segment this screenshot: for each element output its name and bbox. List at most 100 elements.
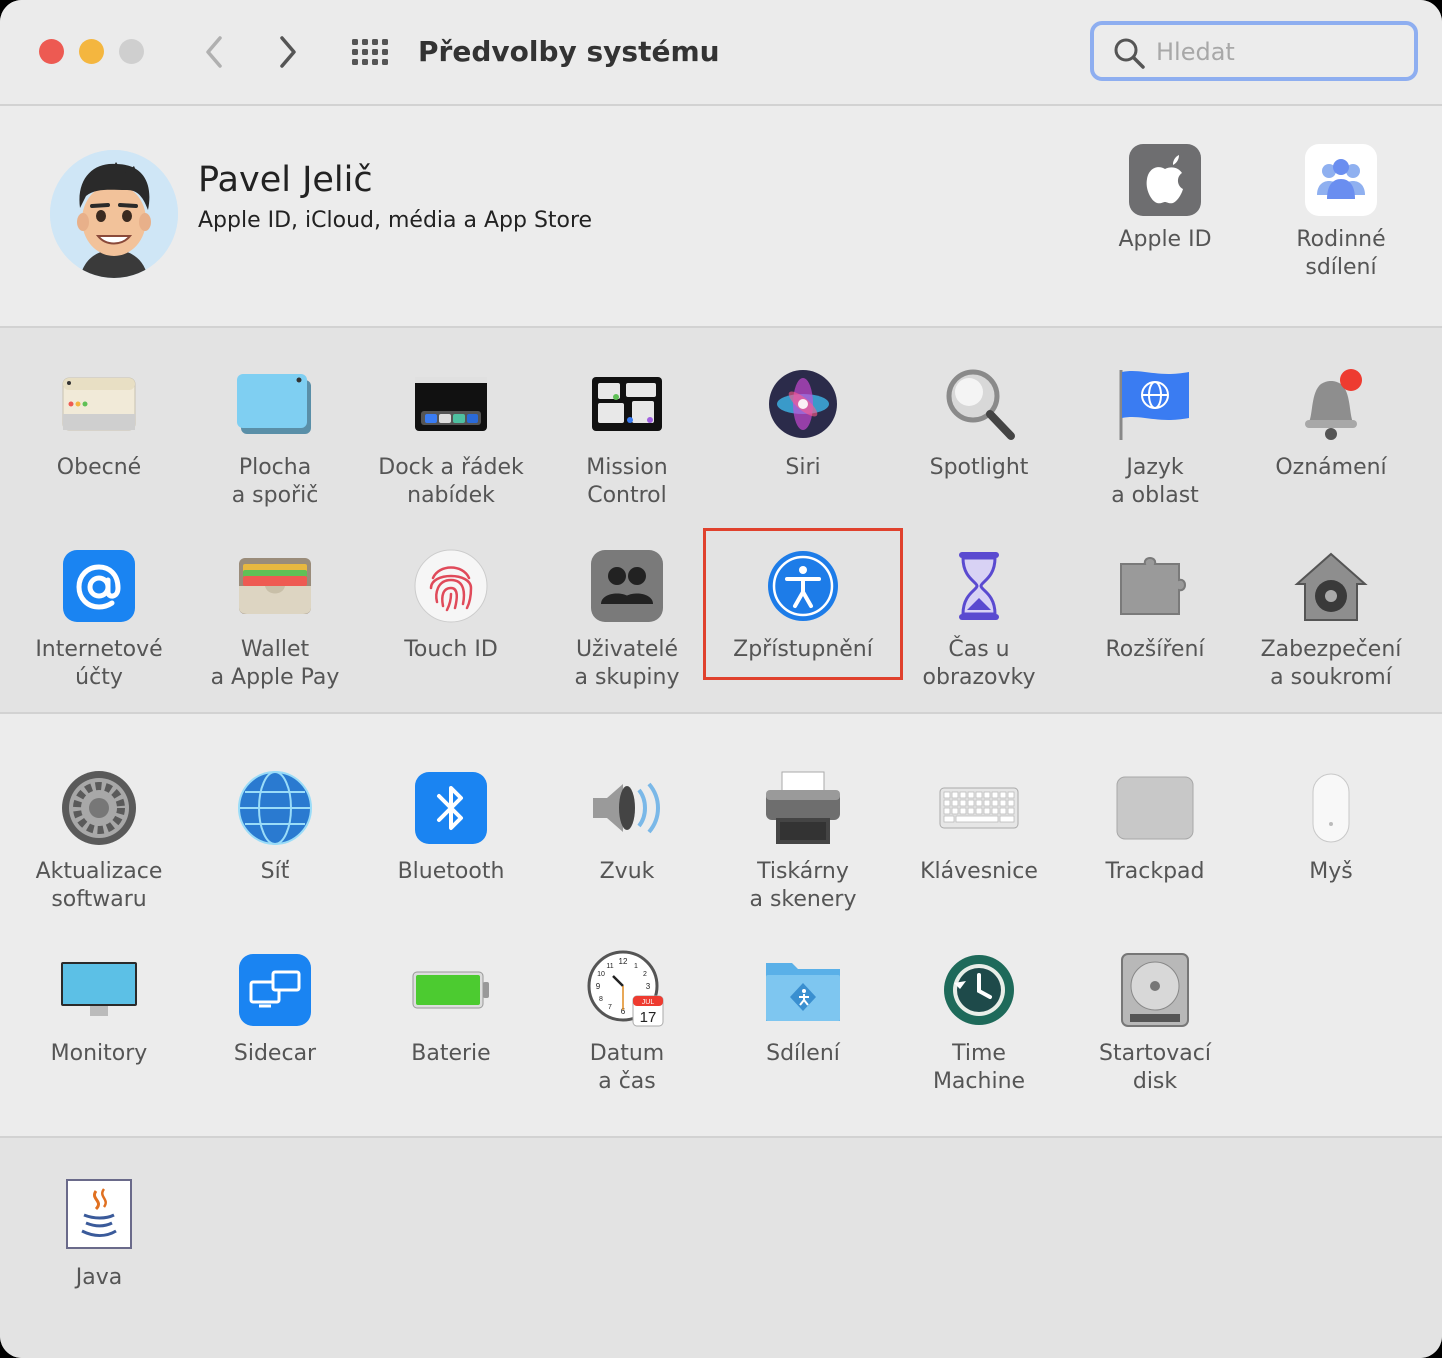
accessibility-icon xyxy=(763,546,843,626)
displays-label: Monitory xyxy=(50,1041,148,1066)
sidecar-icon xyxy=(235,950,315,1030)
bluetooth-icon xyxy=(411,768,491,848)
title-bar: Předvolby systému xyxy=(0,0,1442,106)
pane-date-time[interactable]: 12 1 2 3 4 5 6 7 8 9 10 11 JUL 17 Datum … xyxy=(539,950,715,1096)
notifications-label: Oznámení xyxy=(1275,455,1387,480)
pane-wallet[interactable]: Wallet a Apple Pay xyxy=(187,546,363,692)
network-label: Síť xyxy=(260,859,290,884)
keyboard-icon xyxy=(939,768,1019,848)
software-update-label: Aktualizace softwaru xyxy=(35,859,163,912)
startup-disk-label: Startovací disk xyxy=(1099,1041,1211,1094)
sharing-folder-icon xyxy=(763,950,843,1030)
pane-touch-id[interactable]: Touch ID xyxy=(363,546,539,664)
language-region-label: Jazyk a oblast xyxy=(1111,455,1199,508)
printers-scanners-label: Tiskárny a skenery xyxy=(749,859,857,912)
pane-displays[interactable]: Monitory xyxy=(11,950,187,1068)
pane-software-update[interactable]: Aktualizace softwaru xyxy=(11,768,187,914)
user-name: Pavel Jelič xyxy=(198,160,373,200)
grid-icon xyxy=(352,39,388,65)
pane-battery[interactable]: Baterie xyxy=(363,950,539,1068)
back-button[interactable] xyxy=(194,32,234,72)
date-time-label: Datum a čas xyxy=(589,1041,665,1094)
calendar-day: 17 xyxy=(640,1009,657,1026)
pane-extensions[interactable]: Rozšíření xyxy=(1067,546,1243,664)
search-field[interactable] xyxy=(1090,21,1418,81)
gear-icon xyxy=(59,768,139,848)
fingerprint-icon xyxy=(411,546,491,626)
pane-family-sharing[interactable]: Rodinné sdílení xyxy=(1253,144,1429,282)
zoom-button[interactable] xyxy=(119,39,144,64)
pane-sound[interactable]: Zvuk xyxy=(539,768,715,886)
calendar-month: JUL xyxy=(642,999,655,1006)
pane-java[interactable]: Java xyxy=(11,1174,187,1292)
dock-icon xyxy=(411,364,491,444)
trackpad-icon xyxy=(1115,768,1195,848)
pane-siri[interactable]: Siri xyxy=(715,364,891,482)
siri-icon xyxy=(763,364,843,444)
minimize-button[interactable] xyxy=(79,39,104,64)
pane-time-machine[interactable]: Time Machine xyxy=(891,950,1067,1096)
mouse-label: Myš xyxy=(1309,859,1353,884)
accessibility-label: Zpřístupnění xyxy=(733,637,873,662)
bell-icon xyxy=(1291,364,1371,444)
security-privacy-label: Zabezpečení a soukromí xyxy=(1260,637,1402,690)
family-icon xyxy=(1305,144,1377,216)
search-input[interactable] xyxy=(1154,33,1408,71)
clock-numeral: 9 xyxy=(596,982,601,991)
pane-users-groups[interactable]: Uživatelé a skupiny xyxy=(539,546,715,692)
pane-accessibility[interactable]: Zpřístupnění xyxy=(715,546,891,664)
users-icon xyxy=(587,546,667,626)
trackpad-label: Trackpad xyxy=(1105,859,1205,884)
dock-menubar-label: Dock a řádek nabídek xyxy=(378,455,524,508)
time-machine-label: Time Machine xyxy=(932,1041,1026,1094)
wallet-icon xyxy=(235,546,315,626)
pane-network[interactable]: Síť xyxy=(187,768,363,886)
pane-mission-control[interactable]: Mission Control xyxy=(539,364,715,510)
globe-icon xyxy=(235,768,315,848)
apple-logo-icon xyxy=(1129,144,1201,216)
spotlight-icon xyxy=(939,364,1019,444)
pane-sharing[interactable]: Sdílení xyxy=(715,950,891,1068)
wallet-label: Wallet a Apple Pay xyxy=(210,637,340,690)
clock-numeral: 1 xyxy=(634,963,638,970)
pane-notifications[interactable]: Oznámení xyxy=(1243,364,1419,482)
battery-label: Baterie xyxy=(411,1041,491,1066)
mission-control-label: Mission Control xyxy=(586,455,668,508)
clock-numeral: 12 xyxy=(619,957,628,966)
pane-security-privacy[interactable]: Zabezpečení a soukromí xyxy=(1243,546,1419,692)
mouse-icon xyxy=(1291,768,1371,848)
house-lock-icon xyxy=(1291,546,1371,626)
pane-desktop-screensaver[interactable]: Plocha a spořič xyxy=(187,364,363,510)
pane-startup-disk[interactable]: Startovací disk xyxy=(1067,950,1243,1096)
desktop-screensaver-icon xyxy=(235,364,315,444)
display-icon xyxy=(59,950,139,1030)
sound-label: Zvuk xyxy=(599,859,655,884)
sharing-label: Sdílení xyxy=(766,1041,840,1066)
pane-bluetooth[interactable]: Bluetooth xyxy=(363,768,539,886)
users-groups-label: Uživatelé a skupiny xyxy=(574,637,680,690)
pane-apple-id[interactable]: Apple ID xyxy=(1077,144,1253,254)
pane-spotlight[interactable]: Spotlight xyxy=(891,364,1067,482)
show-all-button[interactable] xyxy=(350,32,390,72)
pane-printers-scanners[interactable]: Tiskárny a skenery xyxy=(715,768,891,914)
pane-dock-menubar[interactable]: Dock a řádek nabídek xyxy=(363,364,539,510)
clock-numeral: 7 xyxy=(608,1004,612,1011)
bluetooth-label: Bluetooth xyxy=(397,859,505,884)
pane-language-region[interactable]: Jazyk a oblast xyxy=(1067,364,1243,510)
pane-sidecar[interactable]: Sidecar xyxy=(187,950,363,1068)
java-icon xyxy=(59,1174,139,1254)
pane-general[interactable]: Obecné xyxy=(11,364,187,482)
pane-mouse[interactable]: Myš xyxy=(1243,768,1419,886)
pane-trackpad[interactable]: Trackpad xyxy=(1067,768,1243,886)
clock-numeral: 10 xyxy=(597,971,605,978)
forward-button[interactable] xyxy=(268,32,308,72)
extensions-label: Rozšíření xyxy=(1105,637,1205,662)
other-section xyxy=(0,1138,1442,1358)
avatar[interactable] xyxy=(50,150,178,278)
pane-internet-accounts[interactable]: Internetové účty xyxy=(11,546,187,692)
general-icon xyxy=(59,364,139,444)
pane-keyboard[interactable]: Klávesnice xyxy=(891,768,1067,886)
hourglass-icon xyxy=(939,546,1019,626)
close-button[interactable] xyxy=(39,39,64,64)
pane-screen-time[interactable]: Čas u obrazovky xyxy=(891,546,1067,692)
